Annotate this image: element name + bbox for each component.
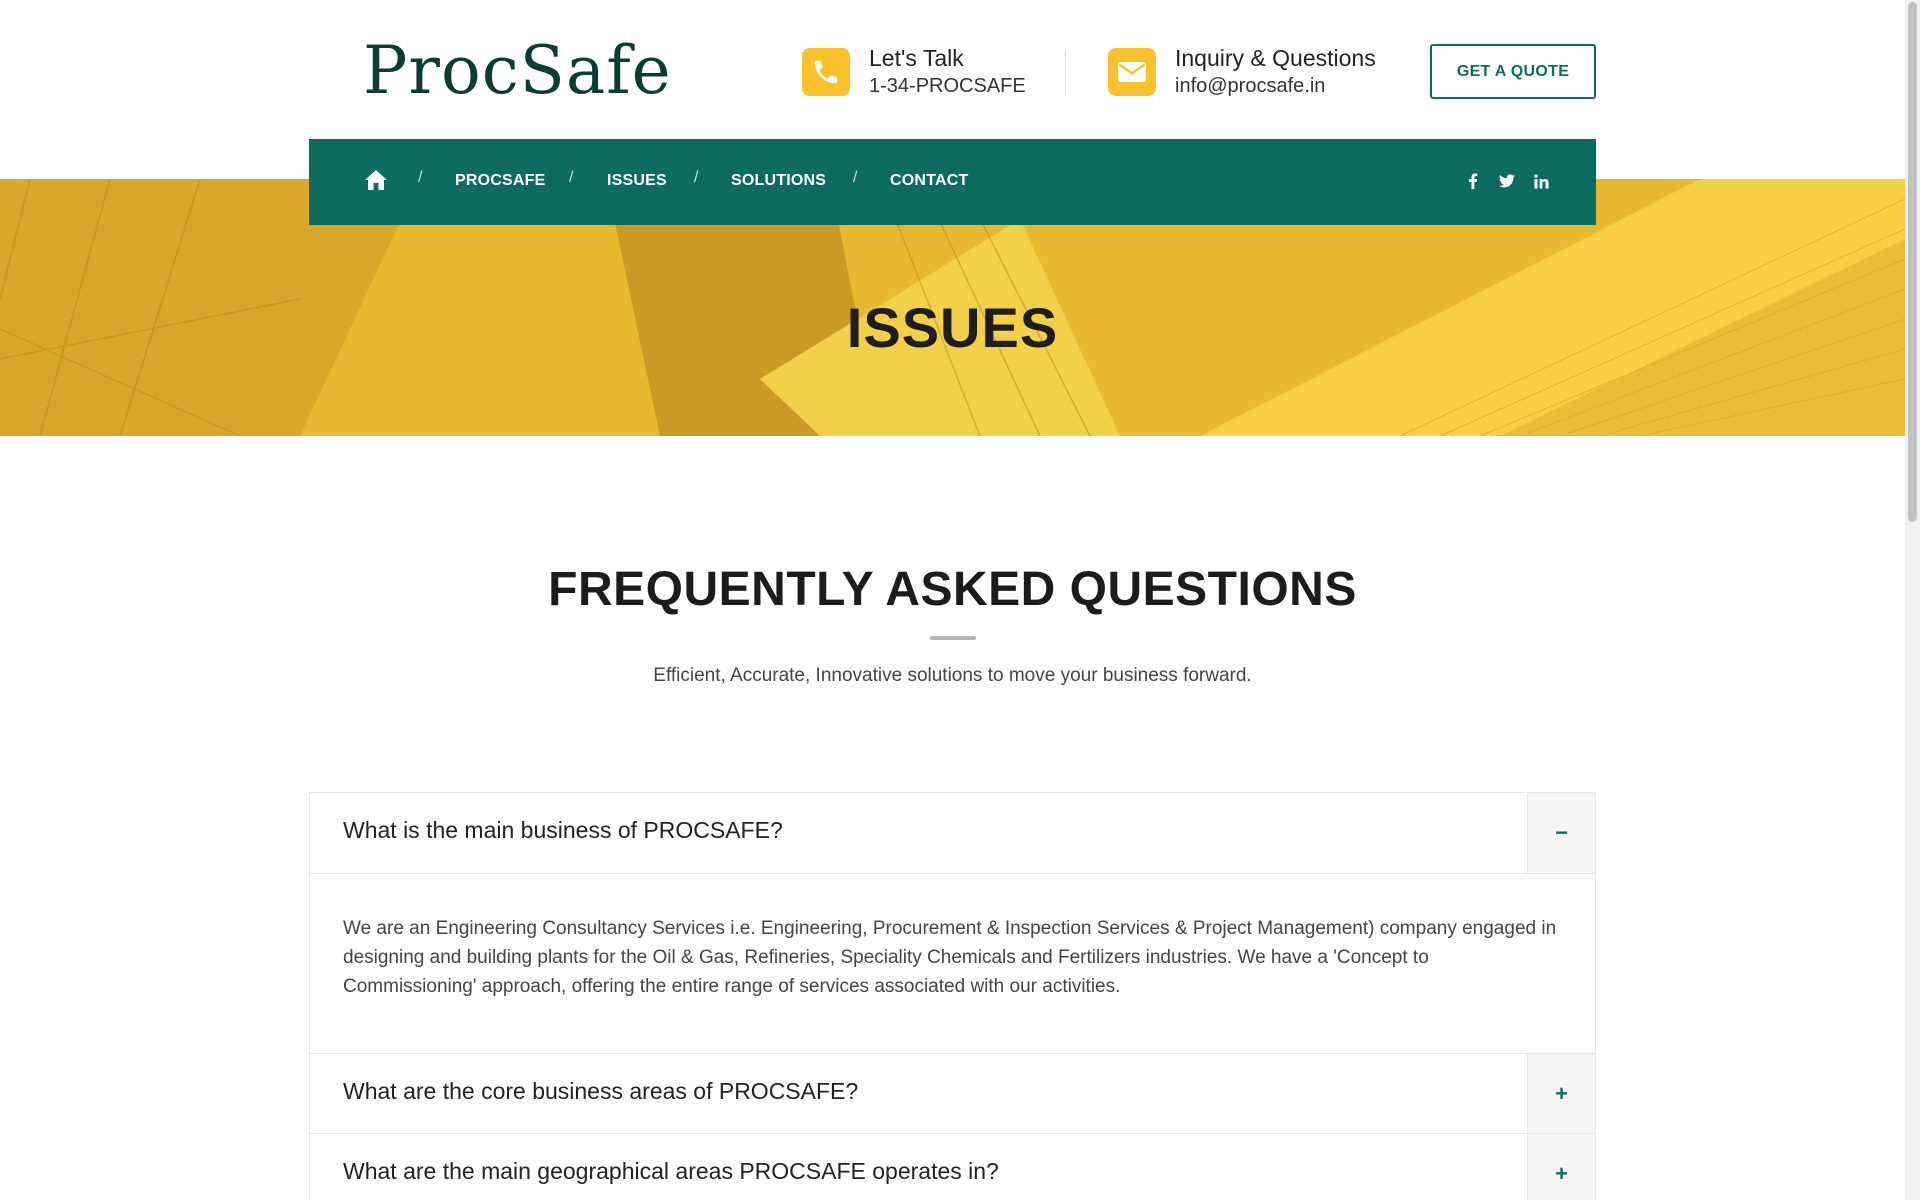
faq-title: FREQUENTLY ASKED QUESTIONS bbox=[548, 563, 1357, 616]
inquiry-block[interactable]: Inquiry & Questions info@procsafe.in bbox=[1108, 42, 1376, 102]
faq-question-header[interactable]: What are the main geographical areas PRO… bbox=[310, 1134, 1595, 1200]
hero-title: ISSUES bbox=[846, 296, 1059, 359]
faq-accordion-item: What are the main geographical areas PRO… bbox=[309, 1133, 1596, 1200]
header-divider bbox=[1065, 50, 1066, 96]
email-address[interactable]: info@procsafe.in bbox=[1175, 72, 1376, 100]
get-a-quote-button[interactable]: GET A QUOTE bbox=[1430, 44, 1596, 99]
nav-item-contact[interactable]: CONTACT bbox=[890, 172, 968, 190]
faq-accordion-item: What is the main business of PROCSAFE? −… bbox=[309, 792, 1596, 1058]
inquiry-text: Inquiry & Questions info@procsafe.in bbox=[1175, 44, 1376, 100]
faq-question-header[interactable]: What are the core business areas of PROC… bbox=[310, 1054, 1595, 1134]
faq-question[interactable]: What are the main geographical areas PRO… bbox=[343, 1158, 999, 1185]
main-navigation: / PROCSAFE / ISSUES / SOLUTIONS / CONTAC… bbox=[309, 139, 1596, 225]
nav-separator: / bbox=[569, 169, 574, 186]
facebook-icon[interactable] bbox=[1464, 172, 1482, 190]
page-scrollbar-thumb[interactable] bbox=[1908, 2, 1917, 522]
faq-question[interactable]: What is the main business of PROCSAFE? bbox=[343, 817, 783, 844]
expand-toggle-button[interactable]: + bbox=[1527, 1134, 1595, 1200]
nav-item-issues[interactable]: ISSUES bbox=[607, 172, 667, 190]
inquiry-label: Inquiry & Questions bbox=[1175, 45, 1376, 71]
nav-separator: / bbox=[694, 169, 699, 186]
nav-item-solutions[interactable]: SOLUTIONS bbox=[731, 172, 826, 190]
envelope-icon bbox=[1108, 48, 1156, 96]
faq-question[interactable]: What are the core business areas of PROC… bbox=[343, 1078, 858, 1105]
nav-separator: / bbox=[418, 169, 423, 186]
faq-question-header[interactable]: What is the main business of PROCSAFE? − bbox=[310, 793, 1595, 873]
lets-talk-label: Let's Talk bbox=[869, 45, 964, 71]
home-icon[interactable] bbox=[364, 169, 388, 193]
title-underline bbox=[930, 636, 976, 640]
phone-number[interactable]: 1-34-PROCSAFE bbox=[869, 72, 1026, 100]
collapse-toggle-button[interactable]: − bbox=[1527, 793, 1595, 873]
nav-separator: / bbox=[853, 169, 858, 186]
expand-toggle-button[interactable]: + bbox=[1527, 1054, 1595, 1134]
linkedin-icon[interactable] bbox=[1532, 172, 1550, 190]
site-header: ProcSafe Let's Talk 1-34-PROCSAFE Inquir… bbox=[0, 0, 1905, 140]
phone-icon bbox=[802, 48, 850, 96]
twitter-icon[interactable] bbox=[1498, 172, 1516, 190]
nav-item-procsafe[interactable]: PROCSAFE bbox=[455, 172, 546, 190]
faq-accordion-item: What are the core business areas of PROC… bbox=[309, 1053, 1596, 1135]
site-logo[interactable]: ProcSafe bbox=[363, 34, 672, 108]
lets-talk-text: Let's Talk 1-34-PROCSAFE bbox=[869, 44, 1026, 100]
lets-talk-block[interactable]: Let's Talk 1-34-PROCSAFE bbox=[802, 42, 1026, 102]
faq-subtitle: Efficient, Accurate, Innovative solution… bbox=[653, 665, 1252, 686]
faq-answer: We are an Engineering Consultancy Servic… bbox=[310, 873, 1595, 1057]
